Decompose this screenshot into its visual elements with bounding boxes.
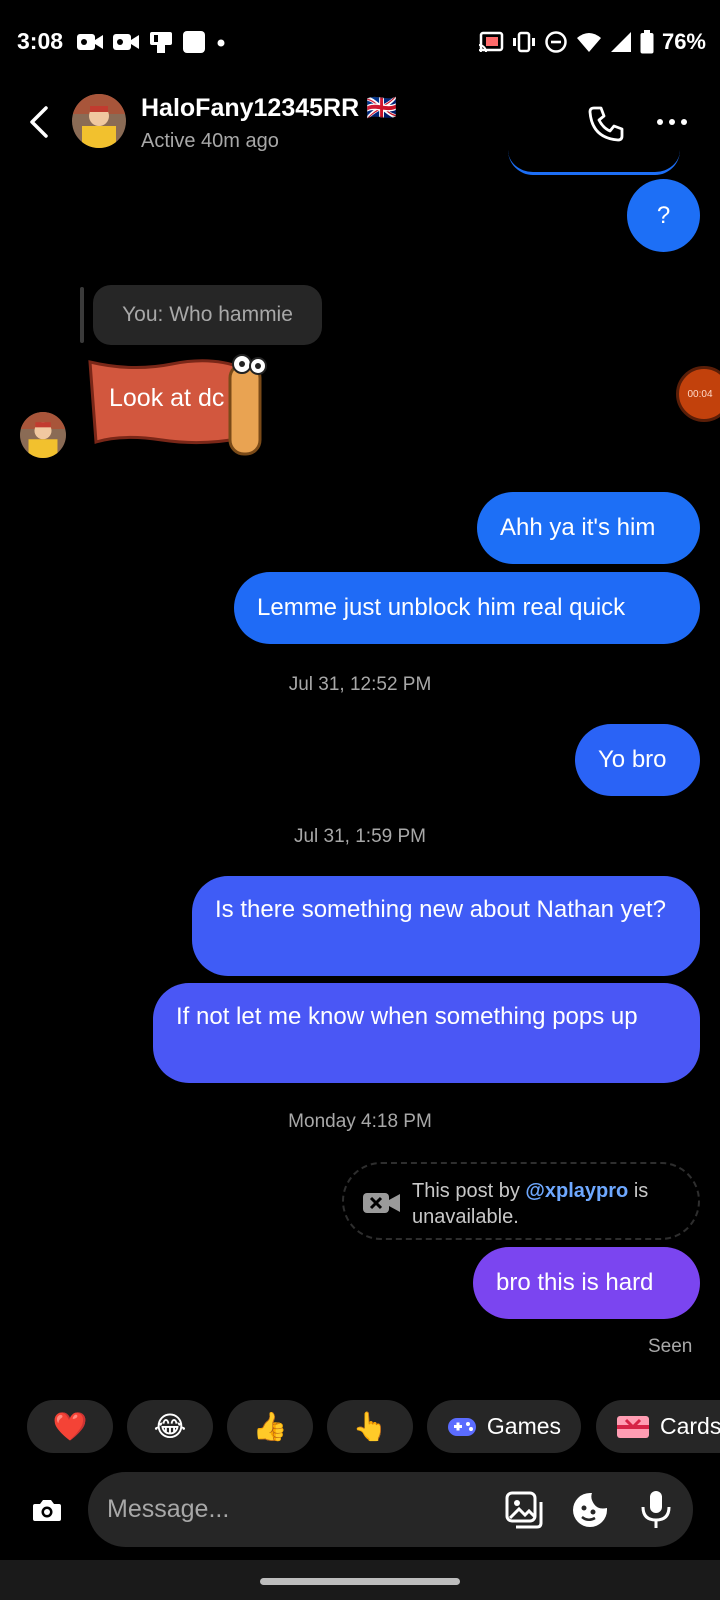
battery-icon bbox=[640, 30, 654, 54]
message-bubble-sent[interactable]: Ahh ya it's him bbox=[477, 492, 700, 564]
reply-indicator-bar bbox=[80, 287, 84, 343]
quick-reaction-heart[interactable]: ❤️ bbox=[27, 1400, 113, 1453]
video-unavailable-icon bbox=[363, 1193, 400, 1213]
square-icon bbox=[183, 31, 205, 53]
active-status: Active 40m ago bbox=[141, 130, 279, 152]
home-gesture-handle[interactable] bbox=[260, 1578, 460, 1585]
message-text: Lemme just unblock him real quick bbox=[257, 594, 626, 621]
quick-reaction-point-up[interactable]: 👆 bbox=[327, 1400, 413, 1453]
message-text: If not let me know when something pops u… bbox=[176, 1003, 638, 1030]
seen-indicator: Seen bbox=[648, 1336, 693, 1357]
message-bubble-sent[interactable]: Lemme just unblock him real quick bbox=[234, 572, 700, 644]
sticker-icon[interactable] bbox=[570, 1490, 610, 1530]
message-bubble-sent[interactable]: Yo bro bbox=[575, 724, 700, 796]
signal-icon bbox=[610, 32, 631, 52]
status-icons-left bbox=[76, 28, 228, 56]
quick-reaction-laugh[interactable]: 😂 bbox=[127, 1400, 213, 1453]
wifi-icon bbox=[576, 33, 601, 52]
message-bubble-sent[interactable]: Is there something new about Nathan yet? bbox=[192, 876, 700, 976]
status-bar: 3:08 76% bbox=[0, 0, 720, 84]
dot-icon bbox=[217, 39, 225, 47]
message-input-placeholder: Message... bbox=[107, 1495, 230, 1523]
games-button[interactable]: Games bbox=[427, 1400, 581, 1453]
status-icons-right: 76% bbox=[478, 28, 706, 56]
message-text: Yo bro bbox=[598, 746, 667, 773]
message-bubble-sent[interactable]: bro this is hard bbox=[473, 1247, 700, 1319]
video-camera-icon bbox=[77, 34, 103, 50]
video-camera-icon bbox=[113, 34, 139, 50]
cast-icon bbox=[478, 31, 504, 53]
previous-bubble-edge bbox=[508, 150, 680, 175]
unavailable-post-text: This post by @xplaypro is unavailable. bbox=[412, 1180, 649, 1228]
header-avatar[interactable] bbox=[72, 94, 126, 148]
cards-button[interactable]: Cards bbox=[596, 1400, 720, 1453]
username-link[interactable]: @xplaypro bbox=[525, 1180, 628, 1202]
reply-quote-text: You: Who hammie bbox=[122, 303, 293, 326]
sticker-text: Look at dc bbox=[109, 384, 225, 412]
gamepad-icon bbox=[447, 1417, 476, 1436]
reply-quote-bubble[interactable]: You: Who hammie bbox=[93, 285, 322, 345]
status-time: 3:08 bbox=[17, 28, 64, 54]
device-icon bbox=[150, 32, 172, 53]
more-options-icon[interactable] bbox=[654, 112, 690, 132]
sticker-message[interactable]: Look at dc bbox=[82, 354, 282, 458]
back-arrow-icon[interactable] bbox=[22, 100, 58, 144]
floating-recording-timer[interactable]: 00:04 bbox=[676, 366, 720, 422]
contact-name[interactable]: HaloFany12345RR 🇬🇧 bbox=[141, 94, 397, 123]
message-text: bro this is hard bbox=[496, 1269, 654, 1296]
timestamp: Jul 31, 12:52 PM bbox=[288, 674, 432, 695]
message-text: Ahh ya it's him bbox=[500, 514, 656, 541]
do-not-disturb-icon bbox=[545, 31, 567, 53]
quick-reaction-thumbs-up[interactable]: 👍 bbox=[227, 1400, 313, 1453]
message-text: ? bbox=[656, 201, 671, 229]
battery-percentage: 76% bbox=[661, 29, 706, 54]
message-text: Is there something new about Nathan yet? bbox=[215, 896, 666, 923]
timestamp: Jul 31, 1:59 PM bbox=[293, 826, 427, 847]
unavailable-post-card[interactable]: This post by @xplaypro is unavailable. bbox=[342, 1162, 700, 1240]
phone-call-icon[interactable] bbox=[586, 104, 626, 144]
timestamp: Monday 4:18 PM bbox=[288, 1111, 432, 1132]
gallery-icon[interactable] bbox=[504, 1490, 544, 1530]
timer-text: 00:04 bbox=[687, 388, 713, 400]
sender-avatar[interactable] bbox=[20, 412, 66, 458]
gift-card-icon bbox=[617, 1415, 649, 1438]
camera-icon[interactable] bbox=[26, 1490, 68, 1530]
microphone-icon[interactable] bbox=[638, 1489, 674, 1531]
vibrate-icon bbox=[512, 31, 535, 53]
message-bubble-sent[interactable]: If not let me know when something pops u… bbox=[153, 983, 700, 1083]
message-bubble-sent[interactable]: ? bbox=[627, 179, 700, 252]
